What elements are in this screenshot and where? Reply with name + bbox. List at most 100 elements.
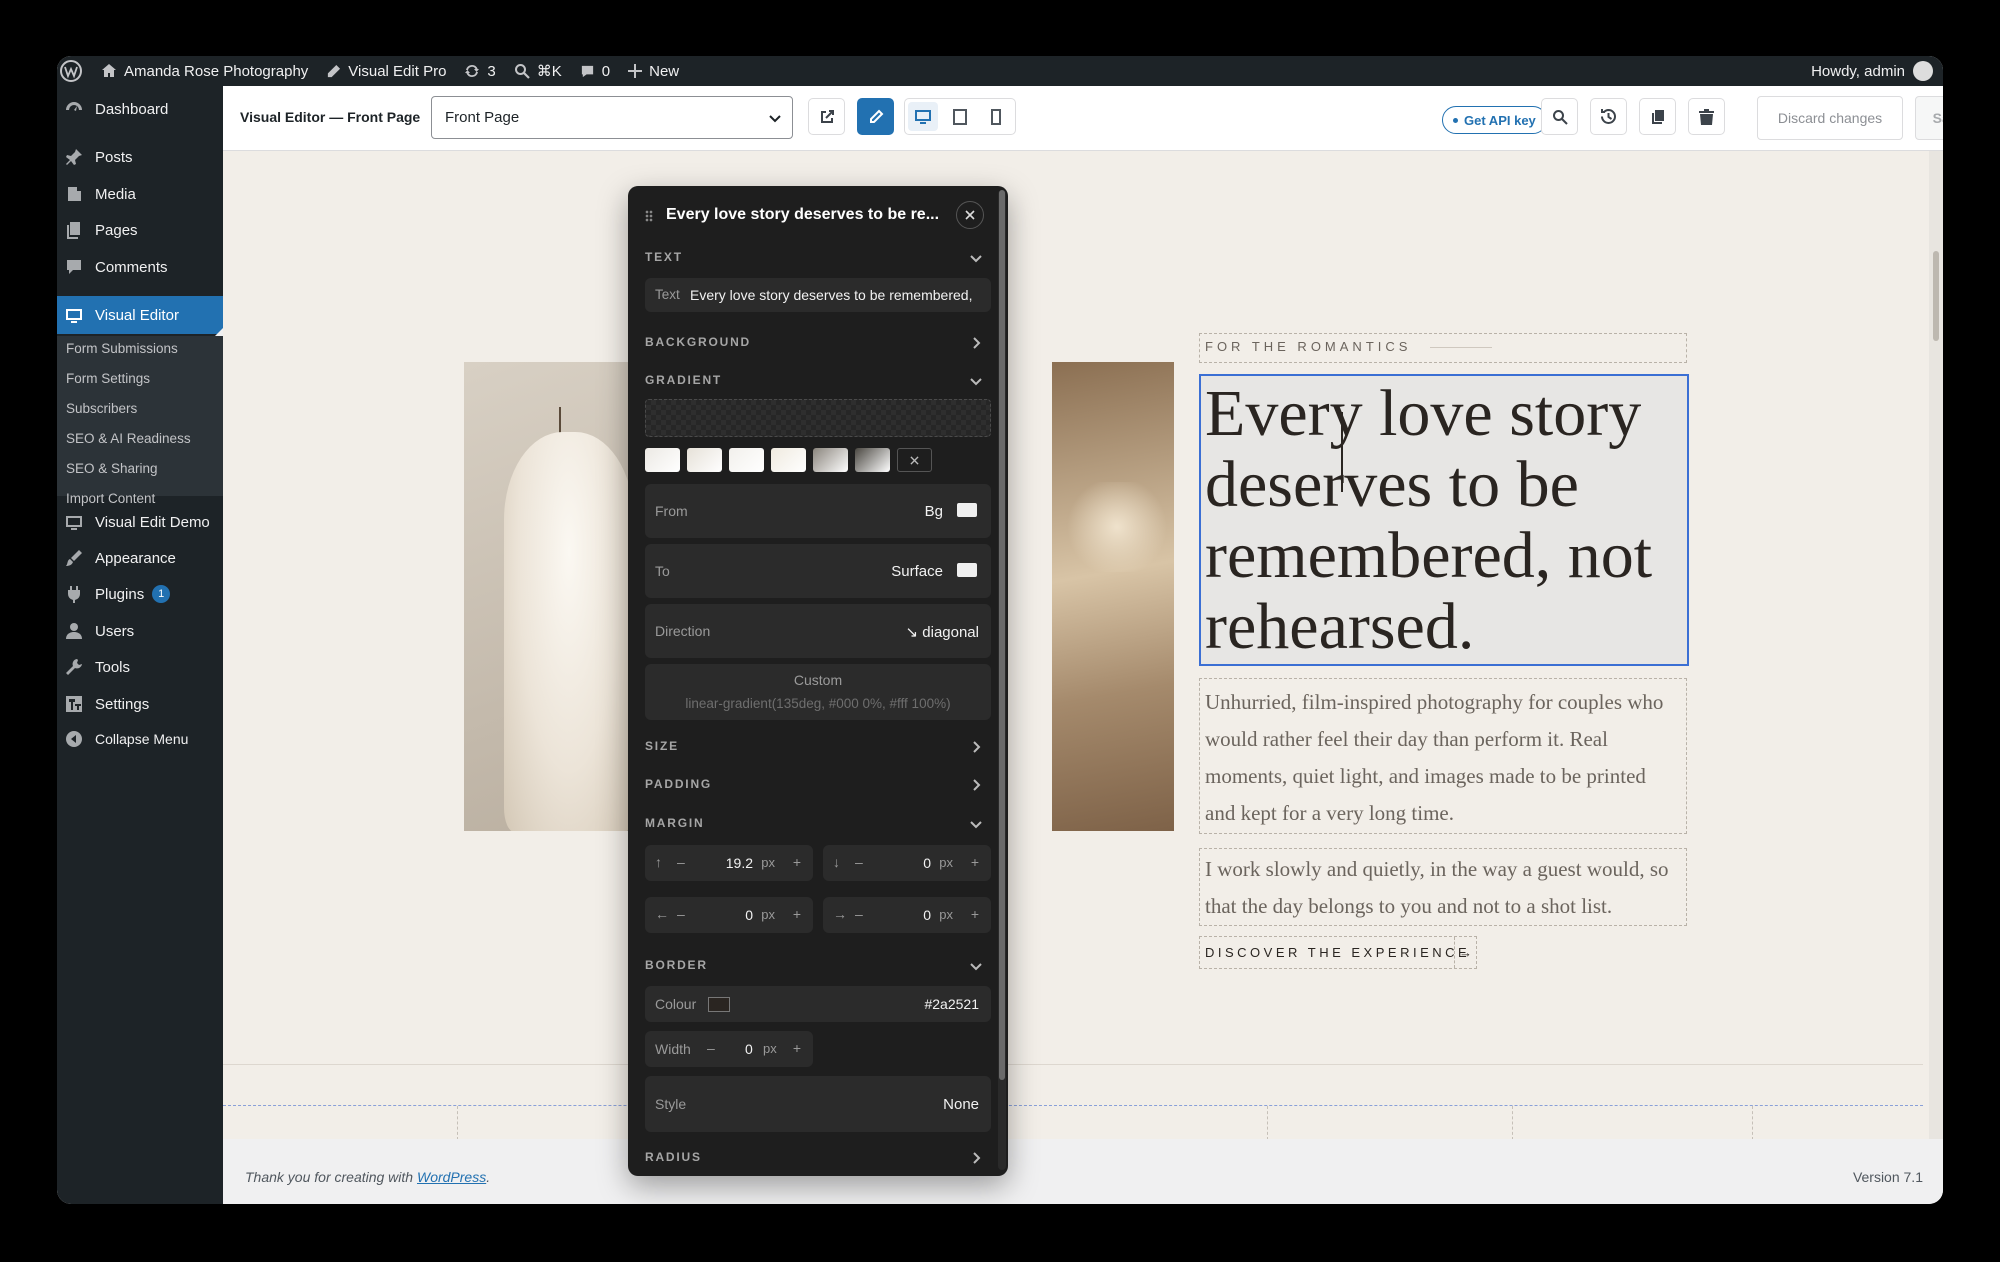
wordpress-link[interactable]: WordPress (417, 1169, 486, 1185)
chevron-right-icon[interactable] (969, 778, 983, 792)
panel-scrollbar-thumb[interactable] (999, 190, 1005, 1080)
desktop-view-button[interactable] (908, 102, 938, 131)
sidebar-item-appearance[interactable]: Appearance (57, 540, 223, 576)
section-gradient-header[interactable]: GRADIENT (645, 373, 722, 387)
sidebar-item-posts[interactable]: Posts (57, 139, 223, 175)
increment-button[interactable]: + (793, 854, 801, 870)
gradient-preset-swatch[interactable] (855, 448, 890, 472)
gradient-preset-swatch[interactable] (687, 448, 722, 472)
decrement-button[interactable]: – (855, 906, 863, 922)
collapse-menu-button[interactable]: Collapse Menu (57, 721, 223, 757)
text-field[interactable]: Text Every love story deserves to be rem… (645, 278, 991, 312)
mobile-view-button[interactable] (981, 102, 1011, 131)
panel-scrollbar[interactable] (998, 190, 1006, 1170)
canvas-scrollbar-thumb[interactable] (1933, 251, 1939, 341)
section-background-header[interactable]: BACKGROUND (645, 335, 751, 349)
gradient-direction-field[interactable]: Direction ↘ diagonal (645, 604, 991, 658)
wordpress-logo-icon[interactable] (57, 56, 92, 86)
second-paragraph-block[interactable]: I work slowly and quietly, in the way a … (1199, 848, 1687, 926)
sidebar-item-users[interactable]: Users (57, 613, 223, 649)
decrement-button[interactable]: – (677, 906, 685, 922)
border-colour-field[interactable]: Colour #2a2521 (645, 986, 991, 1022)
updates-link[interactable]: 3 (455, 56, 504, 86)
sidebar-item-plugins[interactable]: Plugins 1 (57, 576, 223, 612)
chevron-right-icon[interactable] (969, 740, 983, 754)
chevron-right-icon[interactable] (969, 1151, 983, 1165)
border-style-field[interactable]: Style None (645, 1076, 991, 1132)
decrement-button[interactable]: – (707, 1040, 715, 1056)
increment-button[interactable]: + (793, 906, 801, 922)
save-button[interactable]: Save (1915, 96, 1943, 140)
intro-paragraph-block[interactable]: Unhurried, film-inspired photography for… (1199, 678, 1687, 834)
get-api-key-button[interactable]: Get API key (1442, 106, 1547, 134)
canvas-scrollbar[interactable] (1929, 151, 1943, 1139)
gradient-preset-swatch[interactable] (729, 448, 764, 472)
search-shortcut[interactable]: ⌘K (505, 56, 571, 86)
gradient-preset-swatch[interactable] (645, 448, 680, 472)
headline-text[interactable]: Every love story deserves to be remember… (1205, 378, 1675, 662)
edit-mode-button[interactable] (857, 98, 894, 135)
margin-left-value[interactable]: 0 (745, 907, 753, 923)
search-button[interactable] (1541, 98, 1578, 135)
new-content-link[interactable]: New (619, 56, 688, 86)
drag-handle-icon[interactable] (645, 210, 653, 222)
section-border-header[interactable]: BORDER (645, 958, 708, 972)
gradient-to-field[interactable]: To Surface (645, 544, 991, 598)
border-width-stepper[interactable]: Width – 0 px + (645, 1031, 813, 1067)
decrement-button[interactable]: – (855, 854, 863, 870)
sidebar-item-comments[interactable]: Comments (57, 249, 223, 285)
border-colour-swatch[interactable] (708, 997, 730, 1012)
increment-button[interactable]: + (971, 854, 979, 870)
comments-link[interactable]: 0 (571, 56, 619, 86)
section-radius-header[interactable]: RADIUS (645, 1150, 702, 1164)
margin-right-stepper[interactable]: → – 0 px + (823, 897, 991, 933)
sidebar-item-pages[interactable]: Pages (57, 212, 223, 248)
increment-button[interactable]: + (971, 906, 979, 922)
margin-bottom-stepper[interactable]: ↓ – 0 px + (823, 845, 991, 881)
close-panel-button[interactable] (956, 201, 984, 229)
chevron-down-icon[interactable] (969, 959, 983, 973)
sidebar-item-media[interactable]: Media (57, 176, 223, 212)
margin-right-value[interactable]: 0 (923, 907, 931, 923)
gradient-from-field[interactable]: From Bg (645, 484, 991, 538)
margin-left-stepper[interactable]: ← – 0 px + (645, 897, 813, 933)
submenu-form-submissions[interactable]: Form Submissions (66, 341, 178, 356)
section-padding-header[interactable]: PADDING (645, 777, 712, 791)
submenu-form-settings[interactable]: Form Settings (66, 371, 150, 386)
tablet-view-button[interactable] (945, 102, 975, 131)
sidebar-item-visual-editor[interactable]: Visual Editor (57, 296, 223, 334)
gradient-custom-field[interactable]: Custom linear-gradient(135deg, #000 0%, … (645, 664, 991, 720)
chevron-down-icon[interactable] (969, 251, 983, 265)
sidebar-item-tools[interactable]: Tools (57, 649, 223, 685)
border-width-value[interactable]: 0 (745, 1041, 753, 1057)
headline-block-selected[interactable]: Every love story deserves to be remember… (1199, 374, 1689, 666)
chevron-down-icon[interactable] (969, 374, 983, 388)
section-margin-header[interactable]: MARGIN (645, 816, 704, 830)
margin-top-value[interactable]: 19.2 (726, 855, 753, 871)
sidebar-item-dashboard[interactable]: Dashboard (57, 91, 223, 127)
submenu-seo-sharing[interactable]: SEO & Sharing (66, 461, 158, 476)
sidebar-item-settings[interactable]: Settings (57, 686, 223, 722)
chevron-right-icon[interactable] (969, 336, 983, 350)
eyebrow-block[interactable]: FOR THE ROMANTICS (1199, 333, 1687, 363)
discard-changes-button[interactable]: Discard changes (1757, 96, 1903, 140)
sidebar-item-visual-edit-demo[interactable]: Visual Edit Demo (57, 504, 223, 540)
cta-link[interactable]: DISCOVER THE EXPERIENCE → (1199, 936, 1477, 969)
plugin-link[interactable]: Visual Edit Pro (317, 56, 455, 86)
history-button[interactable] (1590, 98, 1627, 135)
chevron-down-icon[interactable] (969, 817, 983, 831)
site-name-link[interactable]: Amanda Rose Photography (92, 56, 317, 86)
submenu-seo-ai-readiness[interactable]: SEO & AI Readiness (66, 431, 191, 446)
decrement-button[interactable]: – (677, 854, 685, 870)
delete-button[interactable] (1688, 98, 1725, 135)
submenu-subscribers[interactable]: Subscribers (66, 401, 137, 416)
page-select[interactable]: Front Page (431, 96, 793, 139)
gradient-preset-swatch[interactable] (813, 448, 848, 472)
margin-top-stepper[interactable]: ↑ – 19.2 px + (645, 845, 813, 881)
open-page-button[interactable] (808, 98, 845, 135)
clear-gradient-button[interactable] (897, 448, 932, 472)
account-menu[interactable]: Howdy, admin (1811, 56, 1933, 86)
section-text-header[interactable]: TEXT (645, 250, 683, 264)
gradient-preset-swatch[interactable] (771, 448, 806, 472)
section-size-header[interactable]: SIZE (645, 739, 679, 753)
